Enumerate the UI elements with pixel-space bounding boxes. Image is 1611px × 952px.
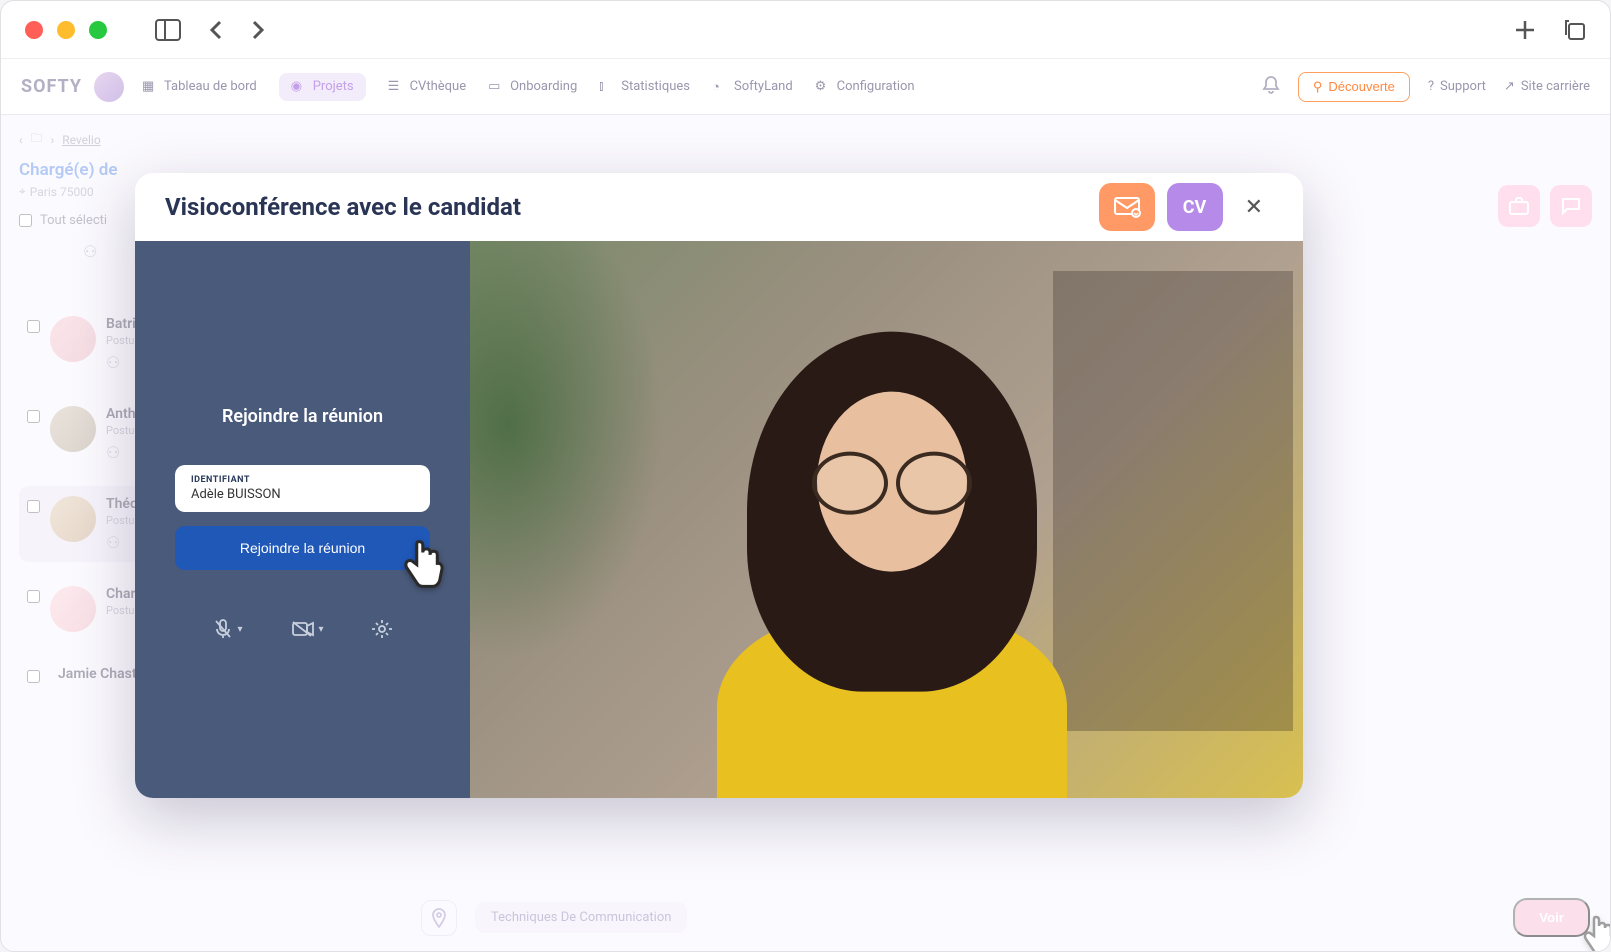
nav-dashboard[interactable]: ▦Tableau de bord (142, 79, 257, 95)
nav-support[interactable]: ?Support (1428, 79, 1486, 94)
minimize-window-button[interactable] (57, 21, 75, 39)
video-preview (470, 241, 1303, 798)
nav-softyland[interactable]: ◔SoftyLand (712, 79, 793, 95)
forward-button[interactable] (251, 20, 265, 40)
nav-dashboard-label: Tableau de bord (164, 79, 257, 94)
nav-softyland-label: SoftyLand (734, 79, 793, 94)
folder-icon: 🗀 (31, 129, 43, 150)
people-icon: ⚇ (83, 242, 97, 261)
join-meeting-button[interactable]: Rejoindre la réunion (175, 526, 430, 570)
close-modal-button[interactable]: ✕ (1235, 191, 1273, 224)
nav-cvtheque-label: CVthèque (410, 79, 467, 94)
voir-button[interactable]: Voir (1513, 898, 1590, 937)
nav-stats-label: Statistiques (621, 79, 690, 94)
bell-icon[interactable] (1262, 75, 1280, 99)
discover-button[interactable]: ⚲Découverte (1298, 72, 1410, 102)
candidate-checkbox[interactable] (27, 320, 40, 333)
candidate-video-figure (657, 301, 1117, 798)
modal-title: Visioconférence avec le candidat (165, 193, 521, 221)
top-nav: SOFTY ▦Tableau de bord ◉Projets ☰CVthèqu… (1, 59, 1610, 115)
video-conference-modal: Visioconférence avec le candidat CV ✕ Re… (135, 173, 1303, 798)
skill-chip[interactable]: Techniques De Communication (475, 902, 687, 933)
candidate-avatar (50, 406, 96, 452)
candidate-avatar (50, 316, 96, 362)
camera-toggle-icon[interactable]: ▾ (291, 618, 324, 640)
maximize-window-button[interactable] (89, 21, 107, 39)
mail-button[interactable] (1099, 183, 1155, 231)
nav-cvtheque[interactable]: ☰CVthèque (388, 79, 467, 95)
discover-label: Découverte (1328, 79, 1394, 94)
back-button[interactable] (209, 20, 223, 40)
user-avatar[interactable] (94, 72, 124, 102)
people-icon: ⚇ (106, 353, 120, 372)
location-pin-icon[interactable] (421, 900, 457, 936)
cv-button[interactable]: CV (1167, 183, 1223, 231)
voir-label: Voir (1539, 910, 1564, 925)
identifier-value: Adèle BUISSON (191, 487, 414, 502)
identifier-field[interactable]: IDENTIFIANT Adèle BUISSON (175, 465, 430, 512)
select-all-label: Tout sélecti (40, 213, 107, 228)
nav-config-label: Configuration (837, 79, 915, 94)
candidate-checkbox[interactable] (27, 410, 40, 423)
settings-icon[interactable] (372, 618, 392, 640)
join-button-label: Rejoindre la réunion (240, 540, 365, 556)
tabs-overview-button[interactable] (1564, 19, 1586, 41)
breadcrumb: ‹ 🗀 › Revelio (19, 129, 378, 150)
breadcrumb-link[interactable]: Revelio (62, 133, 100, 147)
join-heading: Rejoindre la réunion (222, 406, 383, 427)
sidebar-toggle-icon[interactable] (155, 19, 181, 41)
nav-projects[interactable]: ◉Projets (279, 73, 366, 101)
candidate-avatar (50, 586, 96, 632)
nav-projects-label: Projets (313, 79, 354, 94)
people-icon: ⚇ (106, 443, 120, 462)
chat-badge[interactable] (1550, 185, 1592, 227)
pin-icon: ⌖ (19, 184, 26, 199)
select-all-checkbox[interactable] (19, 214, 32, 227)
people-icon: ⚇ (106, 533, 120, 552)
nav-stats[interactable]: ⫾Statistiques (599, 79, 690, 95)
nav-site[interactable]: ↗Site carrière (1504, 79, 1590, 94)
nav-onboarding-label: Onboarding (510, 79, 577, 94)
mic-toggle-icon[interactable]: ▾ (213, 618, 242, 640)
site-label: Site carrière (1521, 79, 1590, 94)
new-tab-button[interactable] (1514, 19, 1536, 41)
app-logo: SOFTY (21, 76, 82, 97)
close-window-button[interactable] (25, 21, 43, 39)
identifier-label: IDENTIFIANT (191, 475, 414, 485)
nav-onboarding[interactable]: ▭Onboarding (488, 79, 577, 95)
candidate-checkbox[interactable] (27, 670, 40, 683)
nav-config[interactable]: ⚙Configuration (815, 79, 915, 95)
candidate-avatar (50, 496, 96, 542)
traffic-lights (25, 21, 107, 39)
join-panel: Rejoindre la réunion IDENTIFIANT Adèle B… (135, 241, 470, 798)
candidate-checkbox[interactable] (27, 590, 40, 603)
breadcrumb-back-icon[interactable]: ‹ (19, 133, 23, 147)
support-label: Support (1440, 79, 1486, 94)
window-titlebar (1, 1, 1610, 59)
briefcase-badge[interactable] (1498, 185, 1540, 227)
candidate-checkbox[interactable] (27, 500, 40, 513)
